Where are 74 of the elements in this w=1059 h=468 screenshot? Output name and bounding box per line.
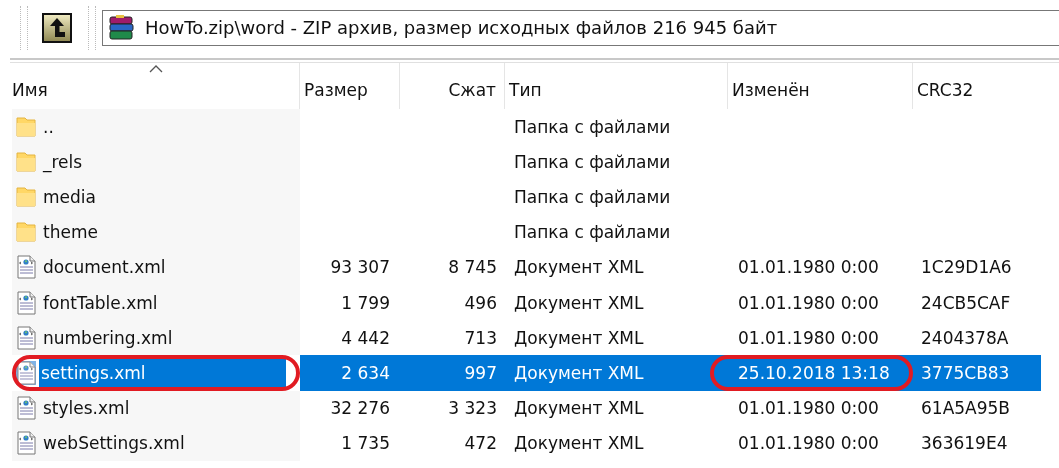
- modified-date-cell: 01.01.1980 0:00: [738, 433, 879, 454]
- column-header[interactable]: Тип: [505, 63, 728, 109]
- file-name: _rels: [43, 151, 83, 172]
- crc-cell: 61A5A95B: [921, 398, 1010, 419]
- type-cell: Папка с файлами: [514, 151, 671, 172]
- modified-date-cell: 01.01.1980 0:00: [738, 257, 879, 278]
- type-cell: Документ XML: [514, 292, 644, 313]
- file-row[interactable]: document.xml 93 307 8 745 Документ XML 01.01.1980 0:00 1C29D1A6: [12, 249, 1059, 285]
- crc-cell: 3775CB83: [921, 362, 1010, 383]
- type-cell: Папка с файлами: [514, 222, 671, 243]
- packed-size-cell: 8 745: [448, 257, 497, 278]
- column-header[interactable]: Изменён: [728, 63, 913, 109]
- file-row[interactable]: theme Папка с файлами: [12, 214, 1059, 250]
- file-name: ..: [43, 116, 54, 137]
- file-row[interactable]: .. Папка с файлами: [12, 109, 1059, 145]
- file-name: styles.xml: [43, 398, 130, 419]
- packed-size-cell: 496: [464, 292, 497, 313]
- folder-icon: [16, 149, 36, 174]
- file-row[interactable]: webSettings.xml 1 735 472 Документ XML 01.01.1980 0:00 363619E4: [12, 425, 1059, 461]
- file-name: media: [43, 186, 96, 207]
- crc-cell: 24CB5CAF: [921, 292, 1011, 313]
- packed-size-cell: 3 323: [448, 398, 497, 419]
- folder-icon: [16, 184, 36, 209]
- type-cell: Документ XML: [514, 327, 644, 348]
- modified-date-cell: 01.01.1980 0:00: [738, 327, 879, 348]
- folder-icon: [16, 220, 36, 245]
- path-field[interactable]: HowTo.zip\word - ZIP архив, размер исходных файлов 216 945 байт: [102, 9, 1059, 46]
- packed-size-cell: 472: [464, 433, 497, 454]
- modified-date-cell: 25.10.2018 13:18: [738, 362, 890, 383]
- file-name: settings.xml: [39, 358, 286, 387]
- file-name: numbering.xml: [43, 327, 173, 348]
- type-cell: Документ XML: [514, 398, 644, 419]
- file-row[interactable]: styles.xml 32 276 3 323 Документ XML 01.01.1980 0:00 61A5A95B: [12, 390, 1059, 426]
- xml-file-icon: [16, 431, 36, 456]
- column-header[interactable]: CRC32: [913, 63, 1041, 109]
- crc-cell: 363619E4: [921, 433, 1008, 454]
- xml-file-icon: [16, 290, 36, 315]
- file-name: document.xml: [43, 257, 166, 278]
- file-name: webSettings.xml: [43, 433, 185, 454]
- file-name: theme: [43, 222, 98, 243]
- modified-date-cell: 01.01.1980 0:00: [738, 292, 879, 313]
- xml-file-icon: [16, 255, 36, 280]
- file-row[interactable]: media Папка с файлами: [12, 179, 1059, 215]
- modified-date-cell: 01.01.1980 0:00: [738, 398, 879, 419]
- type-cell: Папка с файлами: [514, 116, 671, 137]
- folder-icon: [16, 114, 36, 139]
- crc-cell: 2404378A: [921, 327, 1009, 348]
- up-folder-button[interactable]: [40, 10, 74, 45]
- xml-file-icon: [16, 360, 36, 385]
- packed-size-cell: 713: [464, 327, 497, 348]
- type-cell: Папка с файлами: [514, 186, 671, 207]
- file-row[interactable]: _rels Папка с файлами: [12, 144, 1059, 180]
- toolbar-grip[interactable]: [20, 5, 28, 50]
- size-cell: 2 634: [341, 362, 390, 383]
- file-row[interactable]: fontTable.xml 1 799 496 Документ XML 01.01.1980 0:00 24CB5CAF: [12, 284, 1059, 321]
- file-name: fontTable.xml: [43, 292, 158, 313]
- type-cell: Документ XML: [514, 362, 644, 383]
- xml-file-icon: [16, 396, 36, 421]
- column-header[interactable]: Размер: [300, 63, 400, 109]
- crc-cell: 1C29D1A6: [921, 257, 1012, 278]
- size-cell: 93 307: [330, 257, 390, 278]
- books-icon: [107, 12, 137, 43]
- file-row[interactable]: numbering.xml 4 442 713 Документ XML 01.01.1980 0:00 2404378A: [12, 320, 1059, 356]
- size-cell: 1 799: [341, 292, 390, 313]
- packed-size-cell: 997: [464, 362, 497, 383]
- type-cell: Документ XML: [514, 257, 644, 278]
- toolbar-grip[interactable]: [88, 5, 96, 50]
- size-cell: 1 735: [341, 433, 390, 454]
- selected-file-row[interactable]: settings.xml 2 634 997 Документ XML 25.10.2018 13:18 3775CB83: [12, 355, 1059, 391]
- xml-file-icon: [16, 325, 36, 350]
- size-cell: 4 442: [341, 327, 390, 348]
- column-header[interactable]: Сжат: [400, 63, 505, 109]
- size-cell: 32 276: [330, 398, 390, 419]
- type-cell: Документ XML: [514, 433, 644, 454]
